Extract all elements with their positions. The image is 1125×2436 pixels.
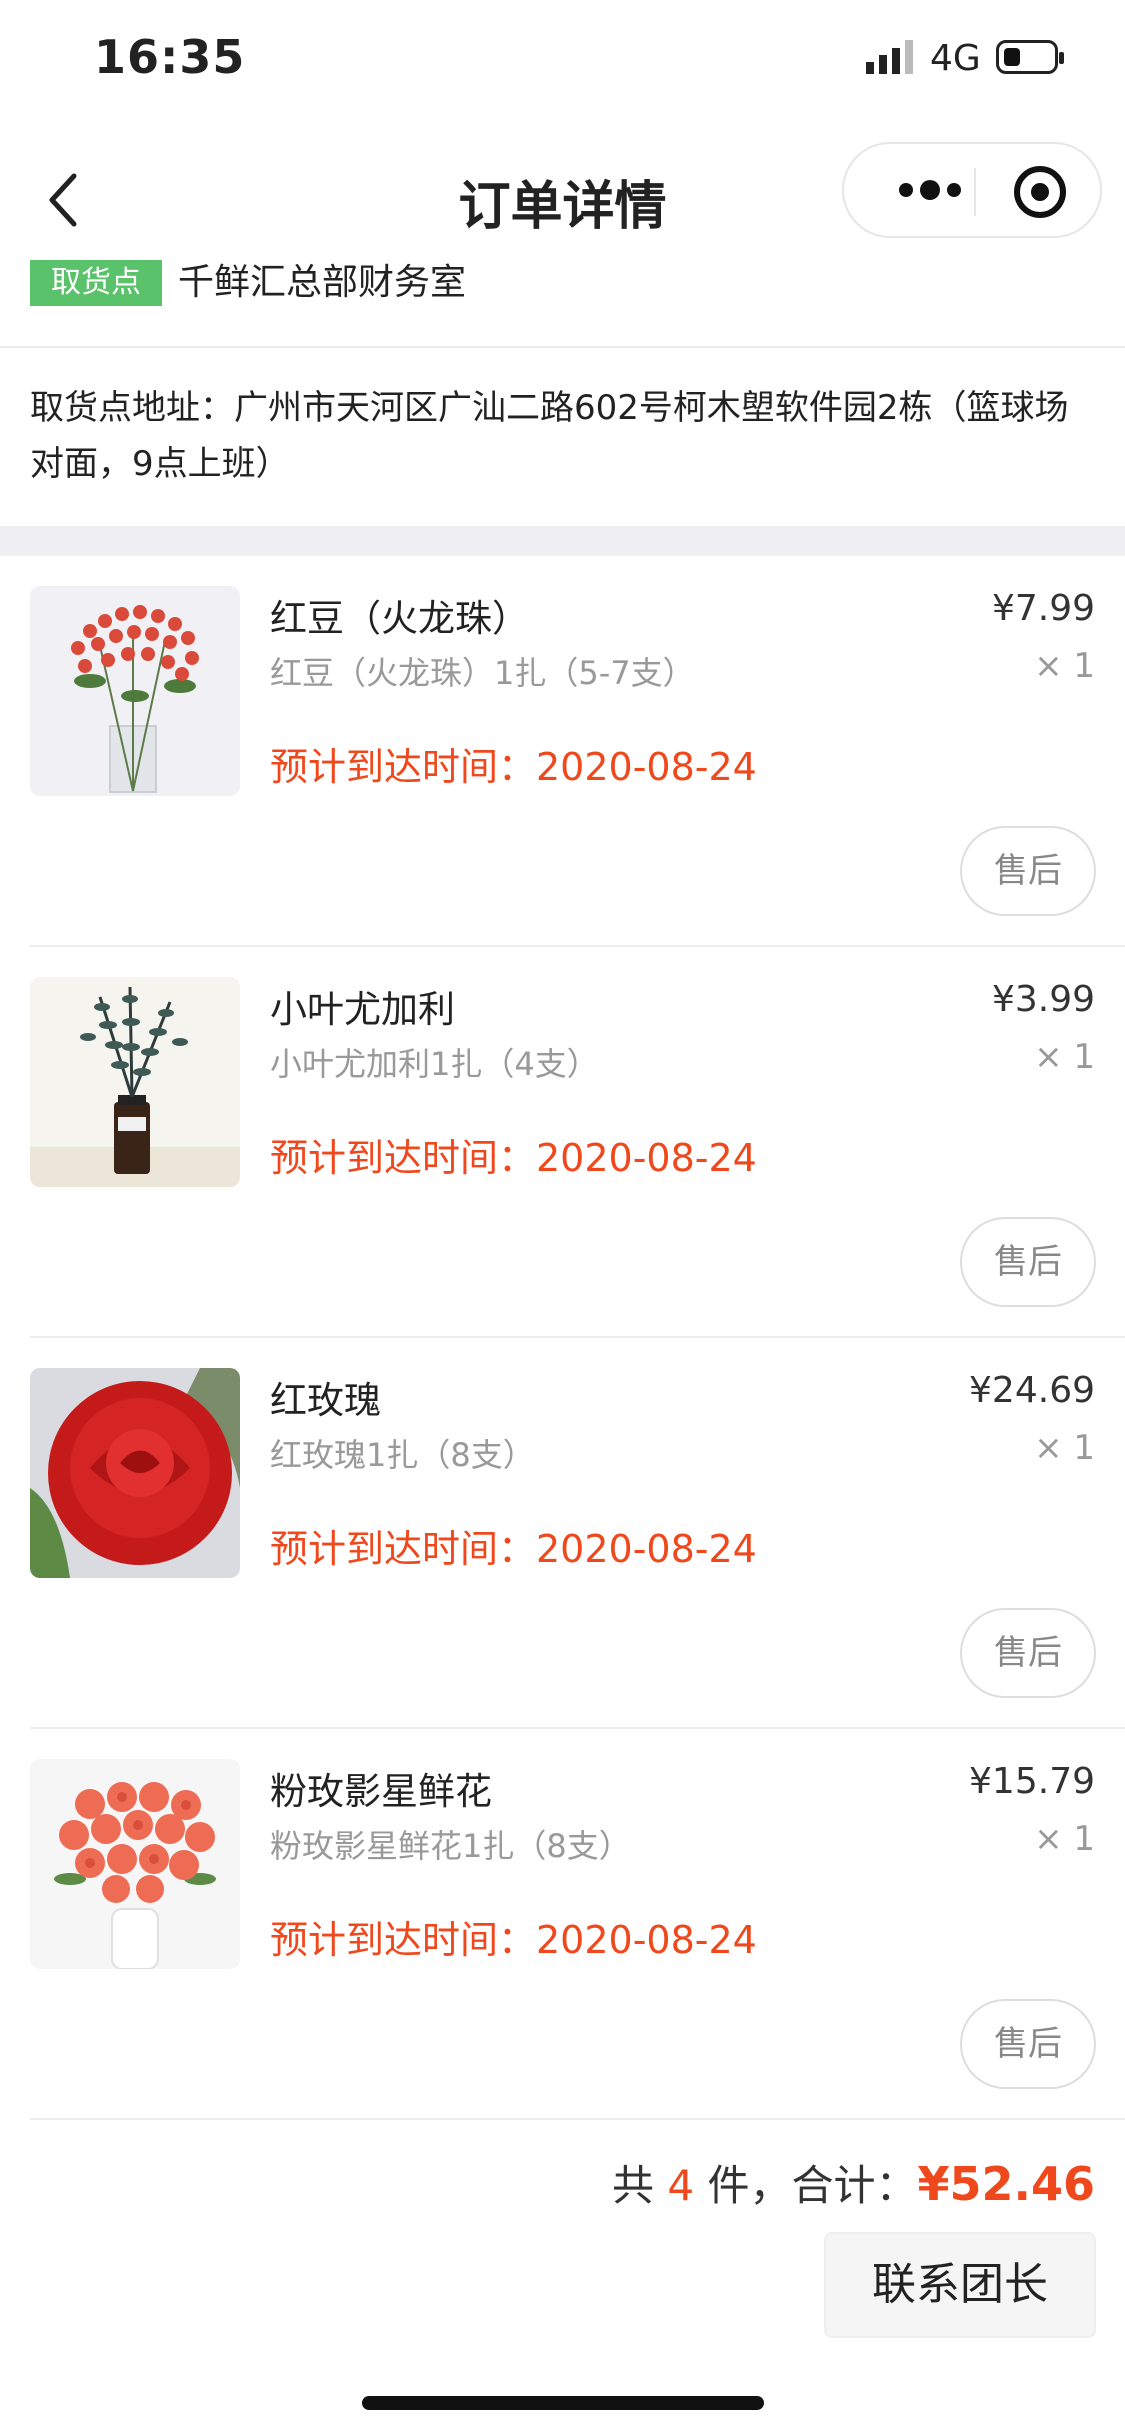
item-eta: 预计到达时间：2020-08-24 (270, 1136, 757, 1180)
contact-leader-button[interactable]: 联系团长 (824, 2232, 1096, 2338)
item-quantity: × 1 (1034, 1037, 1095, 1077)
item-divider (30, 2118, 1125, 2120)
battery-icon (996, 40, 1064, 74)
item-spec: 粉玫影星鲜花1扎（8支） (270, 1827, 631, 1865)
after-sale-button[interactable]: 售后 (960, 1217, 1096, 1307)
item-price: ¥7.99 (991, 588, 1095, 629)
item-quantity: × 1 (1034, 1819, 1095, 1859)
item-name: 红豆（火龙珠） (270, 597, 529, 640)
total-count: 4 (667, 2161, 695, 2210)
total-middle: 件，合计： (694, 2161, 918, 2210)
item-quantity: × 1 (1034, 646, 1095, 686)
after-sale-button[interactable]: 售后 (960, 826, 1096, 916)
order-item[interactable]: 小叶尤加利 小叶尤加利1扎（4支） 预计到达时间：2020-08-24 ¥3.9… (0, 947, 1125, 1338)
item-spec: 红玫瑰1扎（8支） (270, 1436, 535, 1474)
pickup-address: 取货点地址：广州市天河区广汕二路602号柯木塱软件园2栋（篮球场对面，9点上班） (30, 388, 1069, 484)
item-spec: 小叶尤加利1扎（4支） (270, 1045, 599, 1083)
item-eta: 预计到达时间：2020-08-24 (270, 745, 757, 789)
item-price: ¥15.79 (969, 1761, 1095, 1802)
status-time: 16:35 (94, 30, 246, 84)
order-item[interactable]: 红豆（火龙珠） 红豆（火龙珠）1扎（5-7支） 预计到达时间：2020-08-2… (0, 556, 1125, 947)
item-quantity: × 1 (1034, 1428, 1095, 1468)
product-image-red-berries (30, 586, 240, 796)
capsule-divider (974, 168, 976, 216)
item-price: ¥3.99 (991, 979, 1095, 1020)
network-label: 4G (930, 38, 981, 79)
item-price: ¥24.69 (969, 1370, 1095, 1411)
mini-program-capsule (842, 142, 1102, 238)
order-total: 共 4 件，合计：¥52.46 (612, 2152, 1095, 2213)
pickup-tag: 取货点 (30, 260, 162, 306)
item-name: 粉玫影星鲜花 (270, 1770, 492, 1813)
pickup-name: 千鲜汇总部财务室 (178, 262, 467, 303)
section-separator (0, 526, 1125, 556)
battery-level (1004, 48, 1020, 66)
item-name: 红玫瑰 (270, 1379, 381, 1422)
home-indicator[interactable] (362, 2396, 764, 2410)
item-eta: 预计到达时间：2020-08-24 (270, 1527, 757, 1571)
product-image-pink-roses (30, 1759, 240, 1969)
target-icon[interactable] (1012, 164, 1068, 220)
more-icon[interactable] (884, 170, 974, 210)
order-item[interactable]: 粉玫影星鲜花 粉玫影星鲜花1扎（8支） 预计到达时间：2020-08-24 ¥1… (0, 1729, 1125, 2120)
product-image-eucalyptus (30, 977, 240, 1187)
nav-bar: 订单详情 (0, 120, 1125, 270)
total-amount: ¥52.46 (917, 2157, 1095, 2211)
item-eta: 预计到达时间：2020-08-24 (270, 1918, 757, 1962)
total-prefix: 共 (612, 2161, 668, 2210)
after-sale-button[interactable]: 售后 (960, 1999, 1096, 2089)
after-sale-button[interactable]: 售后 (960, 1608, 1096, 1698)
product-image-red-rose (30, 1368, 240, 1578)
item-spec: 红豆（火龙珠）1扎（5-7支） (270, 654, 695, 692)
item-name: 小叶尤加利 (270, 988, 455, 1031)
order-item[interactable]: 红玫瑰 红玫瑰1扎（8支） 预计到达时间：2020-08-24 ¥24.69 ×… (0, 1338, 1125, 1729)
status-bar: 16:35 4G (0, 0, 1125, 120)
signal-icon (866, 40, 913, 74)
pickup-point: 取货点 千鲜汇总部财务室 (0, 252, 1125, 348)
